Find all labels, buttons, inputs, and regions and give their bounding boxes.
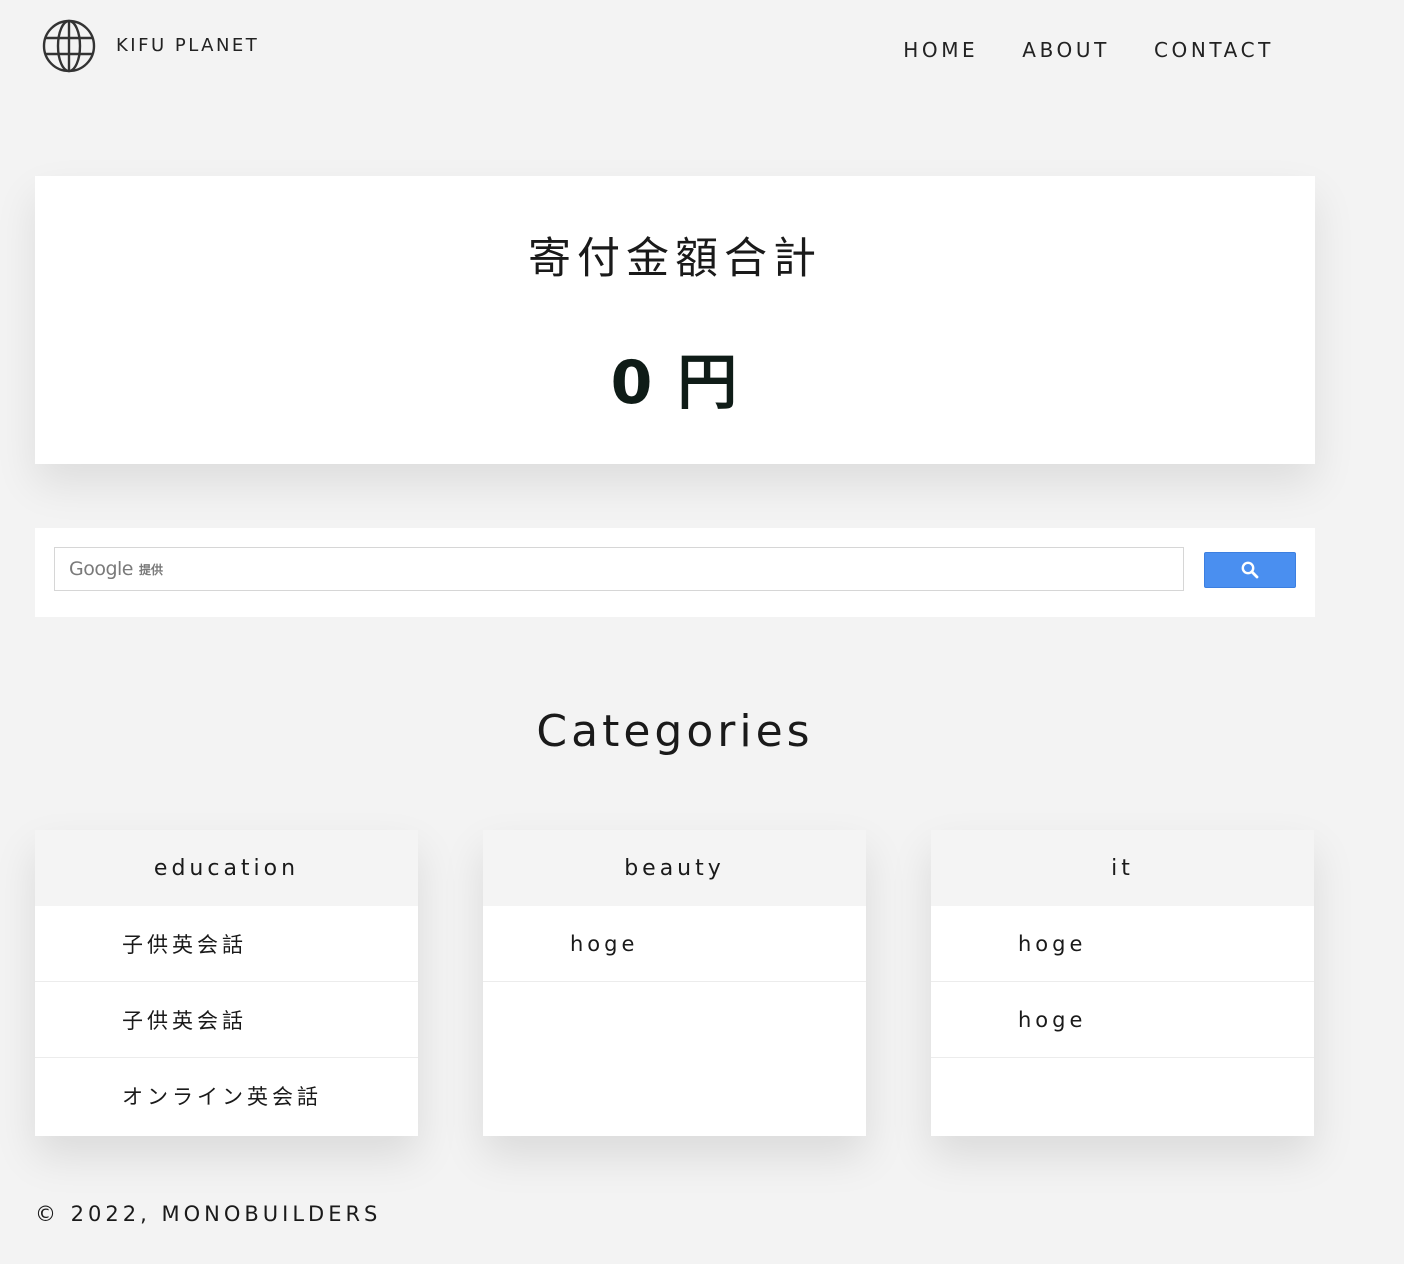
search-input[interactable]: Google 提供 — [54, 547, 1184, 591]
category-item[interactable]: hoge — [931, 906, 1314, 982]
logo[interactable]: KIFU PLANET — [42, 19, 259, 73]
category-item[interactable]: オンライン英会話 — [35, 1058, 418, 1134]
nav-about-link[interactable]: ABOUT — [1022, 38, 1110, 62]
category-card-education: education 子供英会話 子供英会話 オンライン英会話 — [35, 830, 418, 1136]
donation-total-amount: 0 円 — [610, 348, 740, 418]
footer-copyright: © 2022, MONOBUILDERS — [35, 1202, 382, 1226]
category-header[interactable]: education — [35, 830, 418, 906]
category-item[interactable]: hoge — [931, 982, 1314, 1058]
donation-total-card: 寄付金額合計 0 円 — [35, 176, 1315, 464]
nav-contact-link[interactable]: CONTACT — [1154, 38, 1274, 62]
google-brand: Google — [69, 558, 134, 580]
category-card-it: it hoge hoge — [931, 830, 1314, 1136]
category-header[interactable]: beauty — [483, 830, 866, 906]
search-icon — [1241, 561, 1259, 579]
nav-home-link[interactable]: HOME — [903, 38, 978, 62]
logo-text: KIFU PLANET — [116, 34, 260, 56]
search-box: Google 提供 — [35, 528, 1315, 617]
categories-title: Categories — [536, 706, 814, 757]
search-button[interactable] — [1204, 552, 1296, 588]
category-card-beauty: beauty hoge — [483, 830, 866, 1136]
site-header: KIFU PLANET HOME ABOUT CONTACT — [0, 0, 1404, 100]
globe-icon — [42, 19, 96, 73]
category-item[interactable]: hoge — [483, 906, 866, 982]
category-item[interactable]: 子供英会話 — [35, 982, 418, 1058]
category-item[interactable]: 子供英会話 — [35, 906, 418, 982]
main-nav: HOME ABOUT CONTACT — [903, 38, 1274, 62]
category-header[interactable]: it — [931, 830, 1314, 906]
donation-total-title: 寄付金額合計 — [528, 234, 822, 284]
google-brand-suffix: 提供 — [139, 562, 164, 577]
